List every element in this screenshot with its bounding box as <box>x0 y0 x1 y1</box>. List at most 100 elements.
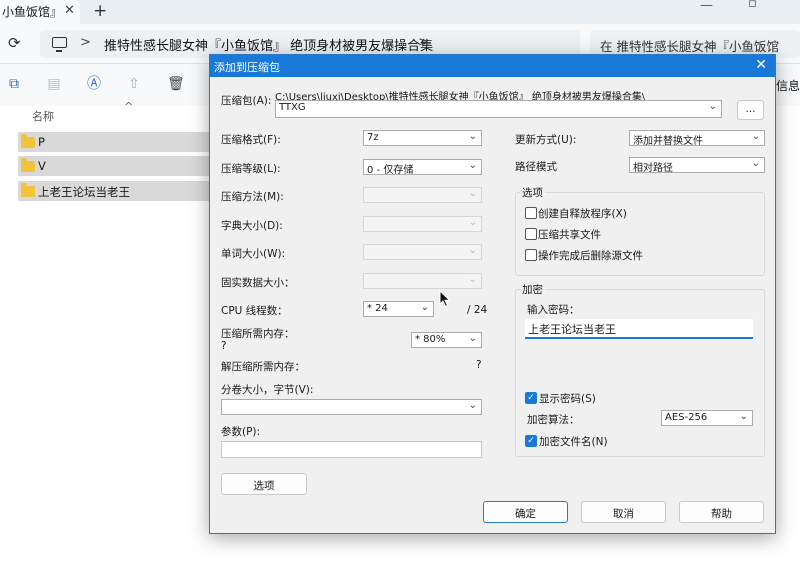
chevron-down-icon: ⌄ <box>751 131 760 142</box>
solid-size-select[interactable]: ⌄ <box>363 273 482 289</box>
details-pane-button[interactable]: 信息 <box>776 77 800 94</box>
paste-icon[interactable]: ▤ <box>46 76 62 92</box>
memory-label: 压缩所需内存： <box>221 328 295 340</box>
format-select[interactable]: 7z ⌄ <box>363 130 482 146</box>
show-password-checkbox[interactable]: ✓ <box>525 392 537 404</box>
chevron-right-icon[interactable]: > <box>80 35 91 50</box>
password-input[interactable]: 上老王论坛当老王 <box>525 319 753 339</box>
list-item[interactable]: V <box>18 156 210 176</box>
folder-icon <box>21 134 35 148</box>
ok-button[interactable]: 确定 <box>483 501 568 523</box>
dictionary-label: 字典大小(D): <box>221 220 283 232</box>
minimize-icon[interactable]: — <box>700 0 713 13</box>
memory-question: ? <box>221 340 227 352</box>
encryption-method-value: AES-256 <box>665 412 708 423</box>
copy-icon[interactable]: ⧉ <box>6 76 22 92</box>
tab-bar: 小鱼饭馆』 ✕ + — ▫ <box>0 0 800 24</box>
delete-after-checkbox[interactable] <box>525 249 537 261</box>
cpu-threads-label: CPU 线程数： <box>221 305 288 317</box>
compress-shared-checkbox[interactable] <box>525 228 537 240</box>
tab-current-folder[interactable]: 小鱼饭馆』 ✕ <box>0 0 80 24</box>
level-label: 压缩等级(L): <box>221 163 281 175</box>
chevron-down-icon: ⌄ <box>420 302 429 313</box>
mouse-cursor-icon <box>439 290 451 308</box>
encryption-group-title: 加密 <box>520 282 545 297</box>
archive-name-value: TTXG <box>279 102 306 113</box>
level-value: 0 - 仅存储 <box>367 165 414 175</box>
chevron-down-icon: ⌄ <box>708 101 717 112</box>
add-to-archive-dialog: 添加到压缩包 ✕ 压缩包(A): C:\Users\liuxi\Desktop\… <box>209 54 776 534</box>
chevron-down-icon: ⌄ <box>739 411 748 422</box>
path-mode-label: 路径模式 <box>515 161 557 173</box>
share-icon[interactable]: ⇧ <box>126 76 142 92</box>
folder-icon <box>21 183 35 197</box>
solid-size-label: 固实数据大小： <box>221 277 295 289</box>
dictionary-select[interactable]: ⌄ <box>363 216 482 232</box>
folder-icon <box>21 158 35 172</box>
rename-icon[interactable]: Ⓐ <box>86 76 102 92</box>
encryption-method-label: 加密算法： <box>527 414 580 426</box>
cancel-button[interactable]: 取消 <box>581 501 666 523</box>
options-group-title: 选项 <box>520 185 545 200</box>
help-button[interactable]: 帮助 <box>679 501 764 523</box>
chevron-down-icon: ⌄ <box>468 160 477 171</box>
show-password-label: 显示密码(S) <box>539 393 596 405</box>
chevron-right-icon[interactable]: > <box>418 35 429 50</box>
decompress-memory-value: ? <box>476 359 482 371</box>
path-mode-select[interactable]: 相对路径 ⌄ <box>629 157 765 173</box>
encrypt-filenames-label: 加密文件名(N) <box>539 436 608 448</box>
browse-button[interactable]: ... <box>737 100 764 120</box>
cpu-threads-value: * 24 <box>367 303 388 314</box>
delete-icon[interactable]: 🗑 <box>167 76 185 92</box>
chevron-down-icon: ⌄ <box>468 188 477 199</box>
level-select[interactable]: 0 - 仅存储 ⌄ <box>363 159 482 175</box>
compress-shared-label: 压缩共享文件 <box>538 229 601 241</box>
close-icon[interactable]: ✕ <box>755 57 767 73</box>
this-pc-icon <box>52 37 67 52</box>
parameters-input[interactable] <box>221 441 482 458</box>
list-item[interactable]: P <box>18 132 210 152</box>
encryption-method-select[interactable]: AES-256 ⌄ <box>661 410 753 426</box>
chevron-down-icon: ⌄ <box>468 217 477 228</box>
column-header-name[interactable]: 名称 <box>32 108 54 124</box>
update-mode-value: 添加并替换文件 <box>633 136 703 146</box>
update-mode-label: 更新方式(U): <box>515 134 577 146</box>
format-label: 压缩格式(F): <box>221 134 281 146</box>
delete-after-label: 操作完成后删除源文件 <box>538 250 643 262</box>
tab-title: 小鱼饭馆』 <box>2 5 63 19</box>
chevron-down-icon: ⌄ <box>468 400 477 411</box>
chevron-down-icon: ⌄ <box>468 274 477 285</box>
tab-close-icon[interactable]: ✕ <box>64 3 75 18</box>
encrypt-filenames-checkbox[interactable]: ✓ <box>525 435 537 447</box>
dialog-title: 添加到压缩包 <box>214 61 280 74</box>
decompress-memory-label: 解压缩所需内存： <box>221 361 305 373</box>
chevron-down-icon: ⌄ <box>751 158 760 169</box>
chevron-down-icon: ⌄ <box>468 245 477 256</box>
memory-usage-value: * 80% <box>415 334 446 345</box>
word-size-label: 单词大小(W): <box>221 248 286 260</box>
create-sfx-checkbox[interactable] <box>525 207 537 219</box>
options-button[interactable]: 选项 <box>221 473 307 495</box>
method-label: 压缩方法(M): <box>221 191 284 203</box>
update-mode-select[interactable]: 添加并替换文件 ⌄ <box>629 130 765 146</box>
list-item[interactable]: 上老王论坛当老王 <box>18 181 210 201</box>
chevron-down-icon: ⌄ <box>468 333 477 344</box>
memory-usage-select[interactable]: * 80% ⌄ <box>411 332 482 348</box>
refresh-icon[interactable]: ⟳ <box>8 34 21 52</box>
folder-name: V <box>38 159 46 173</box>
archive-name-combo[interactable]: TTXG ⌄ <box>275 100 722 118</box>
maximize-icon[interactable]: ▫ <box>748 0 757 11</box>
word-size-select[interactable]: ⌄ <box>363 244 482 260</box>
folder-name: 上老王论坛当老王 <box>38 185 130 199</box>
folder-name: P <box>38 135 45 149</box>
breadcrumb-item-folder[interactable]: 推特性感长腿女神『小鱼饭馆』 绝顶身材被男友爆操合集 <box>104 35 433 54</box>
password-label: 输入密码： <box>527 304 580 316</box>
split-size-combo[interactable]: ⌄ <box>221 399 482 415</box>
cpu-threads-select[interactable]: * 24 ⌄ <box>363 301 434 317</box>
method-select[interactable]: ⌄ <box>363 187 482 203</box>
dialog-titlebar: 添加到压缩包 ✕ <box>210 55 775 77</box>
new-tab-icon[interactable]: + <box>93 1 107 21</box>
cpu-threads-total: / 24 <box>467 304 488 316</box>
chevron-down-icon: ⌄ <box>468 131 477 142</box>
sort-ascending-icon: ^ <box>124 100 134 113</box>
